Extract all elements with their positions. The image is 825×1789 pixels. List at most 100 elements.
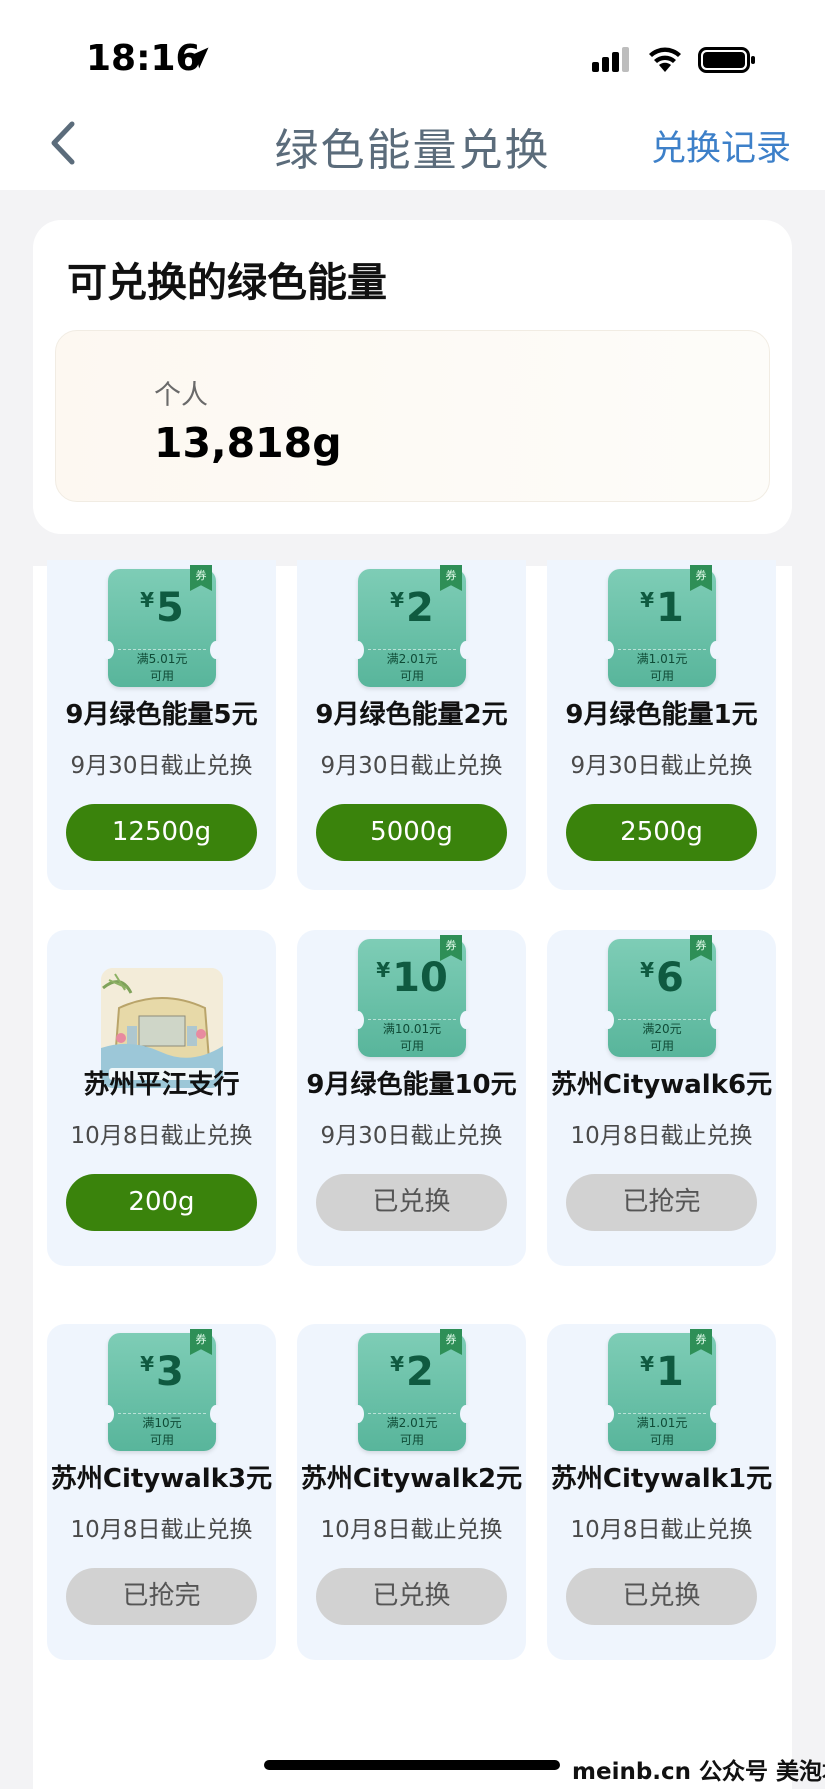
- coupon-amount: ¥2: [358, 585, 466, 631]
- coupon-ribbon-label: 券: [195, 569, 207, 582]
- reward-deadline: 10月8日截止兑换: [570, 1123, 753, 1149]
- coupon-amount-value: 3: [156, 1349, 184, 1395]
- redeem-button[interactable]: 5000g: [316, 804, 507, 861]
- coupon-amount: ¥6: [608, 955, 716, 1001]
- coupon-condition-threshold: 满20元: [642, 1022, 682, 1036]
- coupon-condition-threshold: 满10元: [142, 1416, 182, 1430]
- redeemed-button[interactable]: 已兑换: [316, 1568, 507, 1625]
- reward-card[interactable]: 券 ¥10 满10.01元 可用 9月绿色能量10元 9月30日截止兑换已兑换: [297, 930, 526, 1266]
- coupon-condition: 满2.01元 可用: [358, 1415, 466, 1449]
- coupon-condition-usable: 可用: [399, 1039, 424, 1053]
- coupon-condition-threshold: 满5.01元: [136, 652, 188, 666]
- coupon-condition-threshold: 满1.01元: [636, 652, 688, 666]
- coupon-divider: [118, 1413, 206, 1414]
- coupon-amount-value: 10: [392, 955, 448, 1001]
- redeemed-button[interactable]: 已兑换: [566, 1568, 757, 1625]
- reward-deadline: 9月30日截止兑换: [570, 753, 753, 779]
- reward-title: 9月绿色能量10元: [306, 1070, 517, 1100]
- coupon-graphic: 券 ¥5 满5.01元 可用: [102, 565, 222, 687]
- coupon-graphic: 券 ¥1 满1.01元 可用: [602, 565, 722, 687]
- reward-deadline: 10月8日截止兑换: [70, 1123, 253, 1149]
- coupon-amount: ¥2: [358, 1349, 466, 1395]
- coupon-condition: 满2.01元 可用: [358, 651, 466, 685]
- reward-card[interactable]: 券 ¥1 满1.01元 可用苏州Citywalk1元 10月8日截止兑换已兑换: [547, 1324, 776, 1660]
- redeemed-button[interactable]: 已兑换: [316, 1174, 507, 1231]
- coupon-amount-value: 2: [406, 585, 434, 631]
- reward-title: 苏州Citywalk2元: [300, 1464, 523, 1494]
- reward-card[interactable]: 券 ¥6 满20元 可用 苏州Citywalk6元 10月8日截止兑换 已抢完: [547, 930, 776, 1266]
- coupon-divider: [368, 1413, 456, 1414]
- coupon-condition-threshold: 满1.01元: [636, 1416, 688, 1430]
- redeem-button[interactable]: 2500g: [566, 804, 757, 861]
- coupon-condition: 满10.01元 可用: [358, 1021, 466, 1055]
- reward-title: 9月绿色能量2元: [315, 700, 508, 730]
- reward-title: 9月绿色能量1元: [565, 700, 758, 730]
- coupon-graphic: 券 ¥6 满20元 可用: [602, 935, 722, 1057]
- sold-out-button[interactable]: 已抢完: [66, 1568, 257, 1625]
- exchange-history-link[interactable]: 兑换记录: [651, 120, 791, 171]
- coupon-divider: [618, 649, 706, 650]
- energy-label: 个人: [154, 380, 208, 411]
- reward-title: 9月绿色能量5元: [65, 700, 258, 730]
- coupon-divider: [368, 649, 456, 650]
- coupon-ribbon-label: 券: [445, 569, 457, 582]
- reward-deadline: 10月8日截止兑换: [570, 1517, 753, 1543]
- coupon-graphic: 券 ¥3 满10元 可用: [102, 1329, 222, 1451]
- reward-card[interactable]: 券 ¥2 满2.01元 可用 苏州Citywalk2元 10月8日截止兑换 已兑换: [297, 1324, 526, 1660]
- coupon-graphic: 券 ¥10 满10.01元 可用: [352, 935, 472, 1057]
- coupon-condition-usable: 可用: [399, 1433, 424, 1447]
- reward-title: 苏州Citywalk1元: [550, 1464, 773, 1494]
- reward-title: 苏州Citywalk6元: [550, 1070, 773, 1100]
- coupon-ribbon-label: 券: [695, 1333, 707, 1346]
- reward-title: 苏州平江支行: [83, 1070, 240, 1100]
- coupon-amount-value: 6: [656, 955, 684, 1001]
- coupon-amount: ¥10: [358, 955, 466, 1001]
- redeem-button[interactable]: 200g: [66, 1174, 257, 1231]
- coupon-amount-value: 5: [156, 585, 184, 631]
- cellular-signal-icon: [592, 47, 629, 72]
- coupon-divider: [118, 649, 206, 650]
- coupon-graphic: 券 ¥2 满2.01元 可用: [352, 565, 472, 687]
- redeem-button[interactable]: 12500g: [66, 804, 257, 861]
- sold-out-button[interactable]: 已抢完: [566, 1174, 757, 1231]
- reward-card[interactable]: 券 ¥1 满1.01元 可用 9月绿色能量1元 9月30日截止兑换 2500g: [547, 560, 776, 890]
- energy-card: 可兑换的绿色能量 个人 13,818g: [33, 220, 792, 534]
- coupon-condition: 满1.01元 可用: [608, 1415, 716, 1449]
- status-bar: 18:16: [0, 0, 825, 100]
- location-arrow-icon: [187, 47, 209, 69]
- coupon-divider: [618, 1019, 706, 1020]
- currency-symbol: ¥: [140, 588, 155, 612]
- coupon-ribbon-label: 券: [445, 1333, 457, 1346]
- reward-deadline: 10月8日截止兑换: [70, 1517, 253, 1543]
- currency-symbol: ¥: [390, 588, 405, 612]
- coupon-condition-threshold: 满10.01元: [382, 1022, 442, 1036]
- reward-card[interactable]: 苏州平江支行 10月8日截止兑换 200g: [47, 930, 276, 1266]
- currency-symbol: ¥: [376, 958, 391, 982]
- coupon-condition: 满20元可用: [608, 1021, 716, 1055]
- reward-deadline: 9月30日截止兑换: [320, 753, 503, 779]
- wifi-icon: [649, 47, 681, 72]
- coupon-divider: [618, 1413, 706, 1414]
- coupon-condition-usable: 可用: [149, 1433, 174, 1447]
- coupon-condition-threshold: 满2.01元: [386, 652, 438, 666]
- reward-deadline: 9月30日截止兑换: [320, 1123, 503, 1149]
- coupon-amount: ¥5: [108, 585, 216, 631]
- coupon-condition: 满1.01元 可用: [608, 651, 716, 685]
- coupon-condition-usable: 可用: [649, 1433, 674, 1447]
- coupon-ribbon-label: 券: [445, 939, 457, 952]
- coupon-graphic: 券 ¥1 满1.01元 可用: [602, 1329, 722, 1451]
- nav-bar: 绿色能量兑换 兑换记录: [0, 100, 825, 190]
- reward-card[interactable]: 券 ¥2 满2.01元 可用 9月绿色能量2元 9月30日截止兑换 5000g: [297, 560, 526, 890]
- coupon-amount: ¥3: [108, 1349, 216, 1395]
- reward-title: 苏州Citywalk3元: [50, 1464, 273, 1494]
- coupon-condition-threshold: 满2.01元: [386, 1416, 438, 1430]
- reward-card[interactable]: 券 ¥3 满10元 可用 苏州Citywalk3元 10月8日截止兑换 已抢完: [47, 1324, 276, 1660]
- coupon-condition: 满5.01元 可用: [108, 651, 216, 685]
- coupon-condition-usable: 可用: [649, 1039, 674, 1053]
- coupon-graphic: 券 ¥2 满2.01元 可用: [352, 1329, 472, 1451]
- coupon-condition-usable: 可用: [649, 669, 674, 683]
- coupon-condition: 满10元可用: [108, 1415, 216, 1449]
- reward-card[interactable]: 券 ¥5 满5.01元 可用 9月绿色能量5元 9月30日截止兑换 12500g: [47, 560, 276, 890]
- currency-symbol: ¥: [640, 588, 655, 612]
- coupon-amount-value: 2: [406, 1349, 434, 1395]
